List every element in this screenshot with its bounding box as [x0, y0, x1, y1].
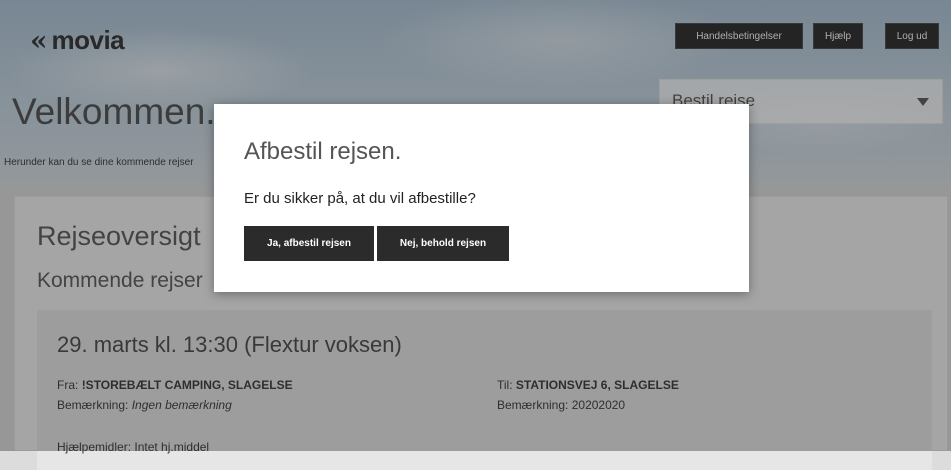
- keep-trip-button[interactable]: Nej, behold rejsen: [377, 226, 509, 261]
- confirm-cancel-button[interactable]: Ja, afbestil rejsen: [244, 226, 374, 261]
- dialog-title: Afbestil rejsen.: [244, 138, 402, 165]
- dialog-question: Er du sikker på, at du vil afbestille?: [244, 190, 476, 207]
- cancel-trip-dialog: Afbestil rejsen. Er du sikker på, at du …: [214, 104, 749, 292]
